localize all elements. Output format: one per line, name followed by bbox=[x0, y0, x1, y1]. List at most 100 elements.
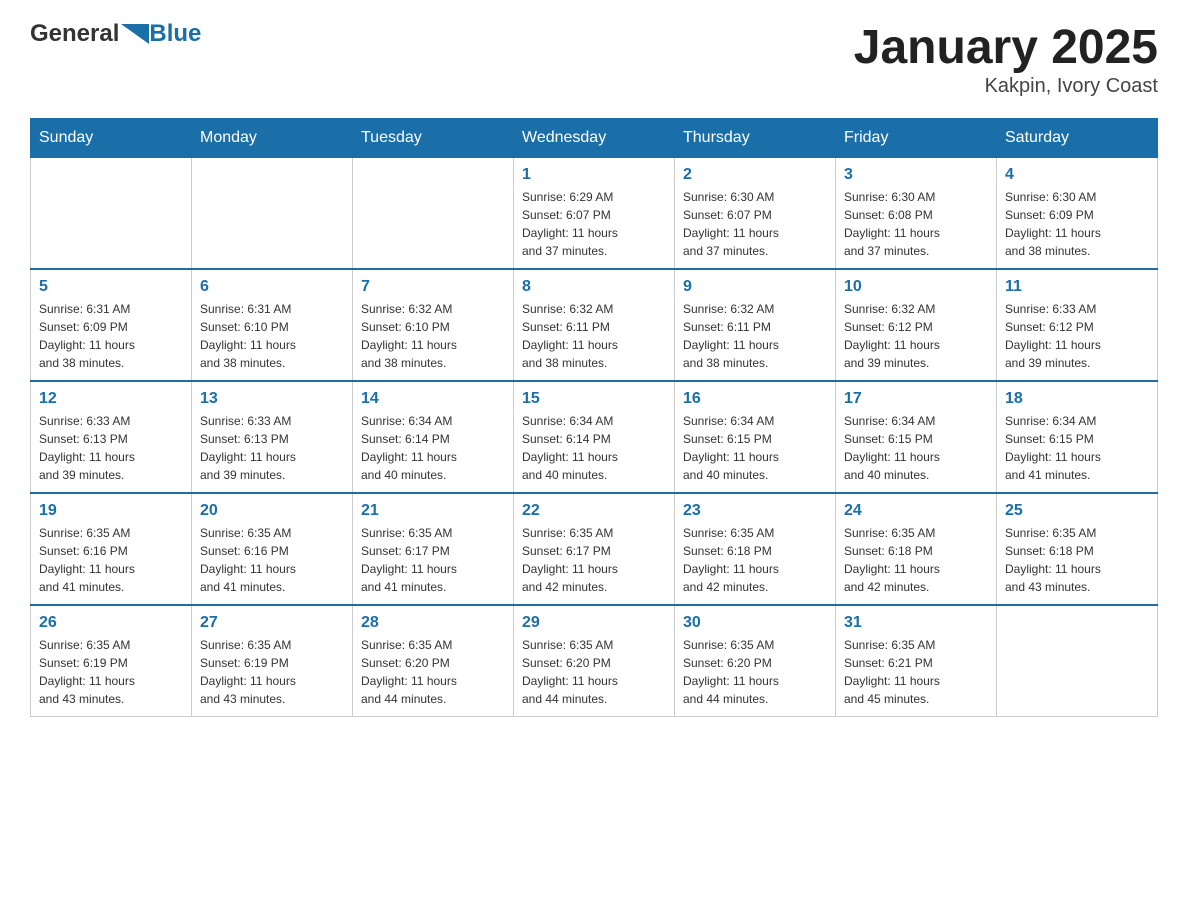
day-number: 27 bbox=[200, 614, 344, 632]
day-number: 29 bbox=[522, 614, 666, 632]
day-info: Sunrise: 6:35 AM Sunset: 6:16 PM Dayligh… bbox=[200, 524, 344, 596]
day-number: 17 bbox=[844, 390, 988, 408]
day-number: 6 bbox=[200, 278, 344, 296]
weekday-header-monday: Monday bbox=[192, 119, 353, 158]
day-number: 24 bbox=[844, 502, 988, 520]
page-header: General Blue January 2025 Kakpin, Ivory … bbox=[30, 20, 1158, 98]
day-info: Sunrise: 6:35 AM Sunset: 6:18 PM Dayligh… bbox=[683, 524, 827, 596]
calendar-cell: 18Sunrise: 6:34 AM Sunset: 6:15 PM Dayli… bbox=[997, 381, 1158, 493]
calendar-cell: 24 Sunrise: 6:35 AM Sunset: 6:18 PM Dayli… bbox=[836, 493, 997, 605]
day-info: Sunrise: 6:35 AM Sunset: 6:20 PM Dayligh… bbox=[683, 636, 827, 708]
calendar-cell: 11 Sunrise: 6:33 AM Sunset: 6:12 PM Dayli… bbox=[997, 269, 1158, 381]
calendar-cell: 9Sunrise: 6:32 AM Sunset: 6:11 PM Daylig… bbox=[675, 269, 836, 381]
day-info: Sunrise: 6:30 AM Sunset: 6:07 PM Dayligh… bbox=[683, 188, 827, 260]
day-number: 26 bbox=[39, 614, 183, 632]
day-info: Sunrise: 6:32 AM Sunset: 6:11 PM Dayligh… bbox=[522, 300, 666, 372]
logo-text-general: General bbox=[30, 20, 119, 48]
day-info: Sunrise: 6:35 AM Sunset: 6:19 PM Dayligh… bbox=[200, 636, 344, 708]
day-number: 20 bbox=[200, 502, 344, 520]
calendar-cell: 2Sunrise: 6:30 AM Sunset: 6:07 PM Daylig… bbox=[675, 158, 836, 270]
day-number: 23 bbox=[683, 502, 827, 520]
calendar-cell: 27 Sunrise: 6:35 AM Sunset: 6:19 PM Dayli… bbox=[192, 605, 353, 717]
day-number: 4 bbox=[1005, 166, 1149, 184]
calendar-week-row: 19 Sunrise: 6:35 AM Sunset: 6:16 PM Dayli… bbox=[31, 493, 1158, 605]
logo: General Blue bbox=[30, 20, 201, 48]
calendar-cell: 5 Sunrise: 6:31 AM Sunset: 6:09 PM Daylig… bbox=[31, 269, 192, 381]
calendar-cell: 3Sunrise: 6:30 AM Sunset: 6:08 PM Daylig… bbox=[836, 158, 997, 270]
calendar-cell: 17 Sunrise: 6:34 AM Sunset: 6:15 PM Dayli… bbox=[836, 381, 997, 493]
day-number: 25 bbox=[1005, 502, 1149, 520]
weekday-header-friday: Friday bbox=[836, 119, 997, 158]
calendar-cell: 7 Sunrise: 6:32 AM Sunset: 6:10 PM Daylig… bbox=[353, 269, 514, 381]
calendar-cell: 12 Sunrise: 6:33 AM Sunset: 6:13 PM Dayli… bbox=[31, 381, 192, 493]
calendar-cell: 26Sunrise: 6:35 AM Sunset: 6:19 PM Dayli… bbox=[31, 605, 192, 717]
month-title: January 2025 bbox=[854, 20, 1158, 75]
day-number: 19 bbox=[39, 502, 183, 520]
calendar-cell: 6 Sunrise: 6:31 AM Sunset: 6:10 PM Daylig… bbox=[192, 269, 353, 381]
day-number: 10 bbox=[844, 278, 988, 296]
calendar-cell bbox=[353, 158, 514, 270]
day-info: Sunrise: 6:35 AM Sunset: 6:17 PM Dayligh… bbox=[361, 524, 505, 596]
day-number: 11 bbox=[1005, 278, 1149, 296]
day-info: Sunrise: 6:35 AM Sunset: 6:21 PM Dayligh… bbox=[844, 636, 988, 708]
calendar-cell: 1 Sunrise: 6:29 AM Sunset: 6:07 PM Daylig… bbox=[514, 158, 675, 270]
calendar-cell: 20 Sunrise: 6:35 AM Sunset: 6:16 PM Dayli… bbox=[192, 493, 353, 605]
day-info: Sunrise: 6:31 AM Sunset: 6:10 PM Dayligh… bbox=[200, 300, 344, 372]
day-number: 15 bbox=[522, 390, 666, 408]
day-number: 12 bbox=[39, 390, 183, 408]
calendar-cell: 14Sunrise: 6:34 AM Sunset: 6:14 PM Dayli… bbox=[353, 381, 514, 493]
calendar-week-row: 1 Sunrise: 6:29 AM Sunset: 6:07 PM Daylig… bbox=[31, 158, 1158, 270]
day-info: Sunrise: 6:35 AM Sunset: 6:20 PM Dayligh… bbox=[522, 636, 666, 708]
day-number: 31 bbox=[844, 614, 988, 632]
location: Kakpin, Ivory Coast bbox=[854, 75, 1158, 98]
day-number: 9 bbox=[683, 278, 827, 296]
day-info: Sunrise: 6:29 AM Sunset: 6:07 PM Dayligh… bbox=[522, 188, 666, 260]
weekday-header-saturday: Saturday bbox=[997, 119, 1158, 158]
day-number: 30 bbox=[683, 614, 827, 632]
calendar-week-row: 5 Sunrise: 6:31 AM Sunset: 6:09 PM Daylig… bbox=[31, 269, 1158, 381]
day-info: Sunrise: 6:30 AM Sunset: 6:09 PM Dayligh… bbox=[1005, 188, 1149, 260]
day-info: Sunrise: 6:35 AM Sunset: 6:16 PM Dayligh… bbox=[39, 524, 183, 596]
day-info: Sunrise: 6:35 AM Sunset: 6:17 PM Dayligh… bbox=[522, 524, 666, 596]
calendar-cell: 15 Sunrise: 6:34 AM Sunset: 6:14 PM Dayli… bbox=[514, 381, 675, 493]
day-number: 13 bbox=[200, 390, 344, 408]
day-info: Sunrise: 6:33 AM Sunset: 6:13 PM Dayligh… bbox=[39, 412, 183, 484]
calendar-week-row: 26 Sunrise: 6:35 AM Sunset: 6:19 PM Dayli… bbox=[31, 605, 1158, 717]
day-number: 1 bbox=[522, 166, 666, 184]
weekday-header-wednesday: Wednesday bbox=[514, 119, 675, 158]
calendar-cell: 25 Sunrise: 6:35 AM Sunset: 6:18 PM Dayli… bbox=[997, 493, 1158, 605]
day-info: Sunrise: 6:34 AM Sunset: 6:14 PM Dayligh… bbox=[522, 412, 666, 484]
weekday-header-thursday: Thursday bbox=[675, 119, 836, 158]
day-number: 22 bbox=[522, 502, 666, 520]
calendar-cell bbox=[997, 605, 1158, 717]
calendar-cell: 13Sunrise: 6:33 AM Sunset: 6:13 PM Dayli… bbox=[192, 381, 353, 493]
calendar-header-row: SundayMondayTuesdayWednesdayThursdayFrid… bbox=[31, 119, 1158, 158]
calendar-cell: 8 Sunrise: 6:32 AM Sunset: 6:11 PM Daylig… bbox=[514, 269, 675, 381]
day-info: Sunrise: 6:32 AM Sunset: 6:10 PM Dayligh… bbox=[361, 300, 505, 372]
weekday-header-sunday: Sunday bbox=[31, 119, 192, 158]
calendar-cell bbox=[31, 158, 192, 270]
day-number: 21 bbox=[361, 502, 505, 520]
day-info: Sunrise: 6:31 AM Sunset: 6:09 PM Dayligh… bbox=[39, 300, 183, 372]
calendar-cell: 30 Sunrise: 6:35 AM Sunset: 6:20 PM Dayli… bbox=[675, 605, 836, 717]
weekday-header-tuesday: Tuesday bbox=[353, 119, 514, 158]
calendar-cell: 16Sunrise: 6:34 AM Sunset: 6:15 PM Dayli… bbox=[675, 381, 836, 493]
day-number: 5 bbox=[39, 278, 183, 296]
day-info: Sunrise: 6:33 AM Sunset: 6:12 PM Dayligh… bbox=[1005, 300, 1149, 372]
day-info: Sunrise: 6:35 AM Sunset: 6:18 PM Dayligh… bbox=[844, 524, 988, 596]
day-number: 8 bbox=[522, 278, 666, 296]
day-number: 3 bbox=[844, 166, 988, 184]
logo-text-blue: Blue bbox=[149, 20, 201, 47]
calendar-cell: 4 Sunrise: 6:30 AM Sunset: 6:09 PM Daylig… bbox=[997, 158, 1158, 270]
day-info: Sunrise: 6:32 AM Sunset: 6:12 PM Dayligh… bbox=[844, 300, 988, 372]
day-info: Sunrise: 6:34 AM Sunset: 6:15 PM Dayligh… bbox=[844, 412, 988, 484]
day-info: Sunrise: 6:35 AM Sunset: 6:18 PM Dayligh… bbox=[1005, 524, 1149, 596]
day-number: 7 bbox=[361, 278, 505, 296]
calendar-cell: 28Sunrise: 6:35 AM Sunset: 6:20 PM Dayli… bbox=[353, 605, 514, 717]
calendar-table: SundayMondayTuesdayWednesdayThursdayFrid… bbox=[30, 118, 1158, 717]
calendar-cell: 10 Sunrise: 6:32 AM Sunset: 6:12 PM Dayli… bbox=[836, 269, 997, 381]
day-info: Sunrise: 6:34 AM Sunset: 6:15 PM Dayligh… bbox=[1005, 412, 1149, 484]
day-info: Sunrise: 6:34 AM Sunset: 6:15 PM Dayligh… bbox=[683, 412, 827, 484]
calendar-cell: 19 Sunrise: 6:35 AM Sunset: 6:16 PM Dayli… bbox=[31, 493, 192, 605]
day-info: Sunrise: 6:34 AM Sunset: 6:14 PM Dayligh… bbox=[361, 412, 505, 484]
